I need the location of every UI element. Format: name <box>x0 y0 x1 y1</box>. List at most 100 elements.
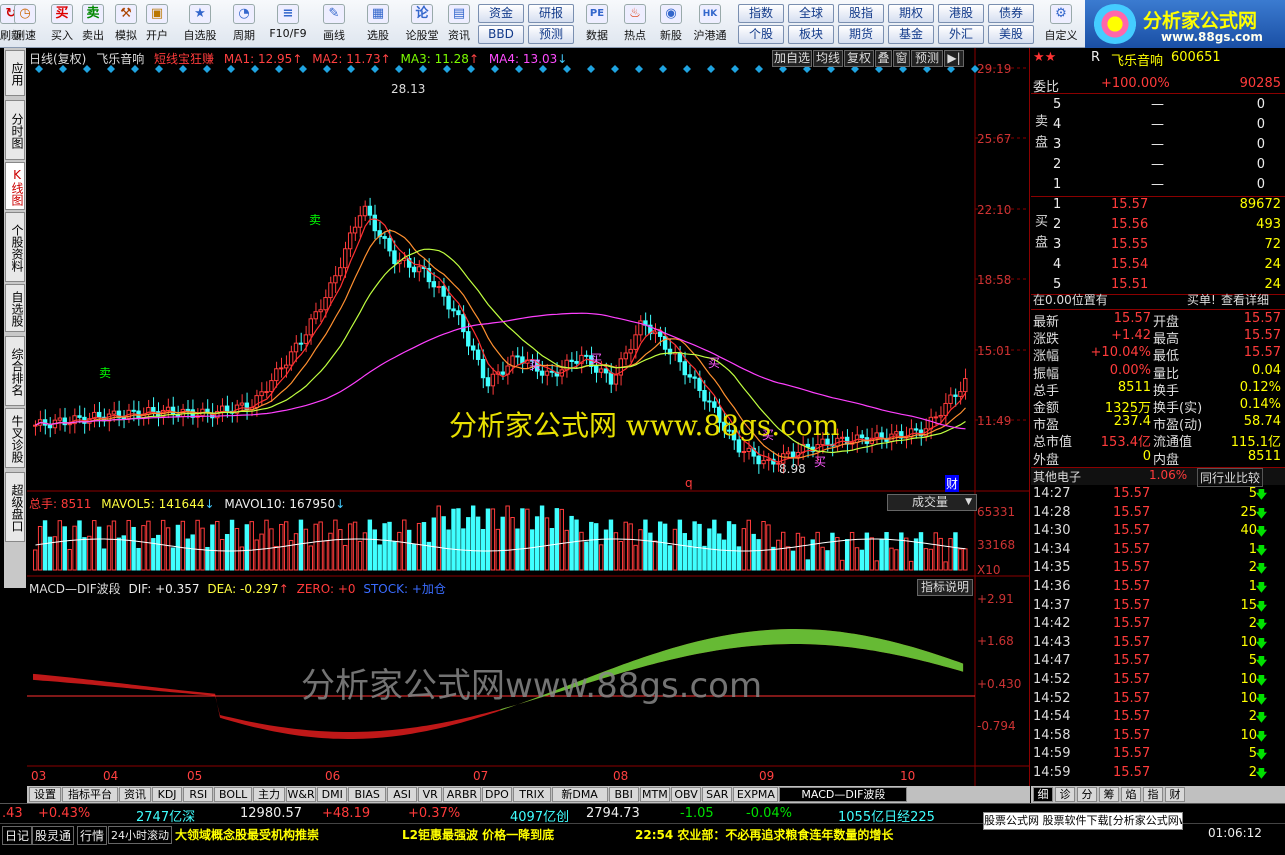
buy-level-row[interactable]: 4 15.54 24 <box>1031 257 1285 275</box>
indicator-tab[interactable]: OBV <box>671 787 702 802</box>
gulingtong-button[interactable]: 股灵通 <box>32 826 75 845</box>
buy-level-row[interactable]: 2 15.56 493 <box>1031 217 1285 235</box>
btn-ma[interactable]: 均线 <box>813 50 843 67</box>
volume-dropdown[interactable]: 成交量 ▼ <box>887 494 977 511</box>
news-ticker-3[interactable]: 22:54 农业部：不必再追求粮食连年数量的增长 <box>635 826 893 843</box>
toolbar-watchlist[interactable]: ★ 自选股 <box>178 2 222 46</box>
indicator-tab[interactable]: 主力 <box>253 787 285 802</box>
btn-us-stocks[interactable]: 美股 <box>988 25 1034 44</box>
indicator-tab[interactable]: KDJ <box>152 787 183 802</box>
btn-hk-stocks[interactable]: 港股 <box>938 4 984 23</box>
sell-level-row[interactable]: 3 — 0 <box>1031 137 1285 155</box>
toolbar-buy[interactable]: 买买入 <box>48 2 76 46</box>
btn-research[interactable]: 研报 <box>528 4 574 23</box>
btn-forex[interactable]: 外汇 <box>938 25 984 44</box>
indicator-tab[interactable]: 新DMA <box>551 787 608 802</box>
btn-options[interactable]: 期权 <box>888 4 934 23</box>
sell-level-row[interactable]: 5 — 0 <box>1031 97 1285 115</box>
btn-bbd[interactable]: BBD <box>478 25 524 44</box>
toolbar-simulate[interactable]: ⚒ 模拟 <box>111 2 141 46</box>
btn-funds-market[interactable]: 基金 <box>888 25 934 44</box>
panel-tab[interactable]: 分 <box>1077 787 1097 802</box>
toolbar-period[interactable]: ◔ 周期 <box>224 2 264 46</box>
tab-super-order[interactable]: 超级盘口 <box>5 472 25 542</box>
btn-expand[interactable]: ▶| <box>944 50 964 67</box>
indicator-tab[interactable]: SAR <box>702 787 733 802</box>
indicator-tab[interactable]: VR <box>418 787 443 802</box>
indicator-tab[interactable]: EXPMA <box>733 787 779 802</box>
btn-sectors[interactable]: 板块 <box>788 25 834 44</box>
btn-global[interactable]: 全球 <box>788 4 834 23</box>
toolbar-news[interactable]: ▤ 资讯 <box>444 2 474 46</box>
tab-ranking[interactable]: 综合排名 <box>5 336 25 406</box>
tab-stock-info[interactable]: 个股资料 <box>5 212 25 282</box>
sell-level-row[interactable]: 1 — 0 <box>1031 177 1285 195</box>
btn-forecast[interactable]: 预测 <box>528 25 574 44</box>
toolbar-hk-connect[interactable]: HK 沪港通 <box>690 2 730 46</box>
btn-index[interactable]: 指数 <box>738 4 784 23</box>
indicator-help-button[interactable]: 指标说明 <box>917 579 973 596</box>
indicator-tab[interactable]: RSI <box>183 787 214 802</box>
tab-kline[interactable]: K线图 <box>5 162 25 210</box>
quotes-button[interactable]: 行情 <box>77 826 108 845</box>
finance-marker[interactable]: 财 <box>945 475 960 492</box>
indicator-tab[interactable]: W&R <box>286 787 317 802</box>
toolbar-screener[interactable]: ▦ 选股 <box>358 2 398 46</box>
btn-funds[interactable]: 资金 <box>478 4 524 23</box>
panel-tab[interactable]: 指 <box>1143 787 1163 802</box>
btn-stocks[interactable]: 个股 <box>738 25 784 44</box>
view-detail-link[interactable]: 查看详细 <box>1221 291 1269 308</box>
indicator-tab[interactable]: 资讯 <box>119 787 151 802</box>
toolbar-custom[interactable]: ⚙ 自定义 <box>1040 2 1082 46</box>
btn-adjust[interactable]: 复权 <box>844 50 874 67</box>
btn-futures[interactable]: 期货 <box>838 25 884 44</box>
promo-banner[interactable]: 股票公式网 股票软件下载[分析家公式网www.88gs.com] <box>983 812 1183 830</box>
news-ticker-2[interactable]: L2钜惠最强波 价格一降到底 <box>402 826 554 843</box>
btn-predict[interactable]: 预测 <box>911 50 943 67</box>
tab-watchlist[interactable]: 自选股 <box>5 284 25 332</box>
toolbar-hot[interactable]: ♨ 热点 <box>618 2 652 46</box>
indicator-tab[interactable]: BOLL <box>214 787 252 802</box>
toolbar-sell[interactable]: 卖卖出 <box>79 2 107 46</box>
panel-tab[interactable]: 焰 <box>1121 787 1141 802</box>
kline-chart-area[interactable]: 日线(复权) 飞乐音响 短线宝狂赚 MA1: 12.95↑ MA2: 11.73… <box>27 48 1030 786</box>
toolbar-open-account[interactable]: ▣ 开户 <box>142 2 172 46</box>
indicator-tab[interactable]: MTM <box>639 787 670 802</box>
btn-overlay[interactable]: 叠 <box>875 50 892 67</box>
panel-tab[interactable]: 筹 <box>1099 787 1119 802</box>
indicator-tab[interactable]: TRIX <box>513 787 551 802</box>
indicator-tab[interactable]: BBI <box>608 787 639 802</box>
indicator-tab[interactable]: BIAS <box>348 787 386 802</box>
indicator-tab[interactable]: DMI <box>317 787 348 802</box>
indicator-tab[interactable]: ASI <box>387 787 418 802</box>
tab-apps[interactable]: 应用 <box>5 50 25 96</box>
diary-button[interactable]: 日记 <box>2 826 33 845</box>
toolbar-speedtest[interactable]: ◷ 测速 <box>10 2 40 46</box>
buy-level-row[interactable]: 1 15.57 89672 <box>1031 197 1285 215</box>
sell-level-row[interactable]: 4 — 0 <box>1031 117 1285 135</box>
toolbar-draw[interactable]: ✎ 画线 <box>314 2 354 46</box>
toolbar-forum[interactable]: 论论股堂 <box>402 2 442 46</box>
btn-stock-index[interactable]: 股指 <box>838 4 884 23</box>
tab-intraday[interactable]: 分时图 <box>5 100 25 160</box>
toolbar-ipo[interactable]: ◉ 新股 <box>654 2 688 46</box>
panel-tab[interactable]: 财 <box>1165 787 1185 802</box>
indicator-tab[interactable]: DPO <box>481 787 512 802</box>
btn-add-watch[interactable]: 加自选 <box>772 50 812 67</box>
buy-order-link[interactable]: 买单! <box>1187 291 1216 308</box>
indicator-tab[interactable]: 设置 <box>29 787 61 802</box>
toolbar-f10[interactable]: ≡ F10/F9 <box>266 2 310 46</box>
indicator-tab[interactable]: 指标平台 <box>62 787 118 802</box>
buy-level-row[interactable]: 3 15.55 72 <box>1031 237 1285 255</box>
btn-bonds[interactable]: 债券 <box>988 4 1034 23</box>
toolbar-data[interactable]: PE 数据 <box>580 2 614 46</box>
news-24h-button[interactable]: 24小时滚动 <box>108 826 172 844</box>
sell-level-row[interactable]: 2 — 0 <box>1031 157 1285 175</box>
panel-tab[interactable]: 细 <box>1033 787 1053 802</box>
indicator-tab[interactable]: ARBR <box>443 787 481 802</box>
tab-diagnosis[interactable]: 牛叉诊股 <box>5 408 25 468</box>
indicator-tab[interactable]: MACD—DIF波段 <box>779 787 908 802</box>
news-ticker-1[interactable]: 大领域概念股最受机构推崇 <box>175 826 319 843</box>
panel-tab[interactable]: 诊 <box>1055 787 1075 802</box>
btn-window[interactable]: 窗 <box>893 50 910 67</box>
